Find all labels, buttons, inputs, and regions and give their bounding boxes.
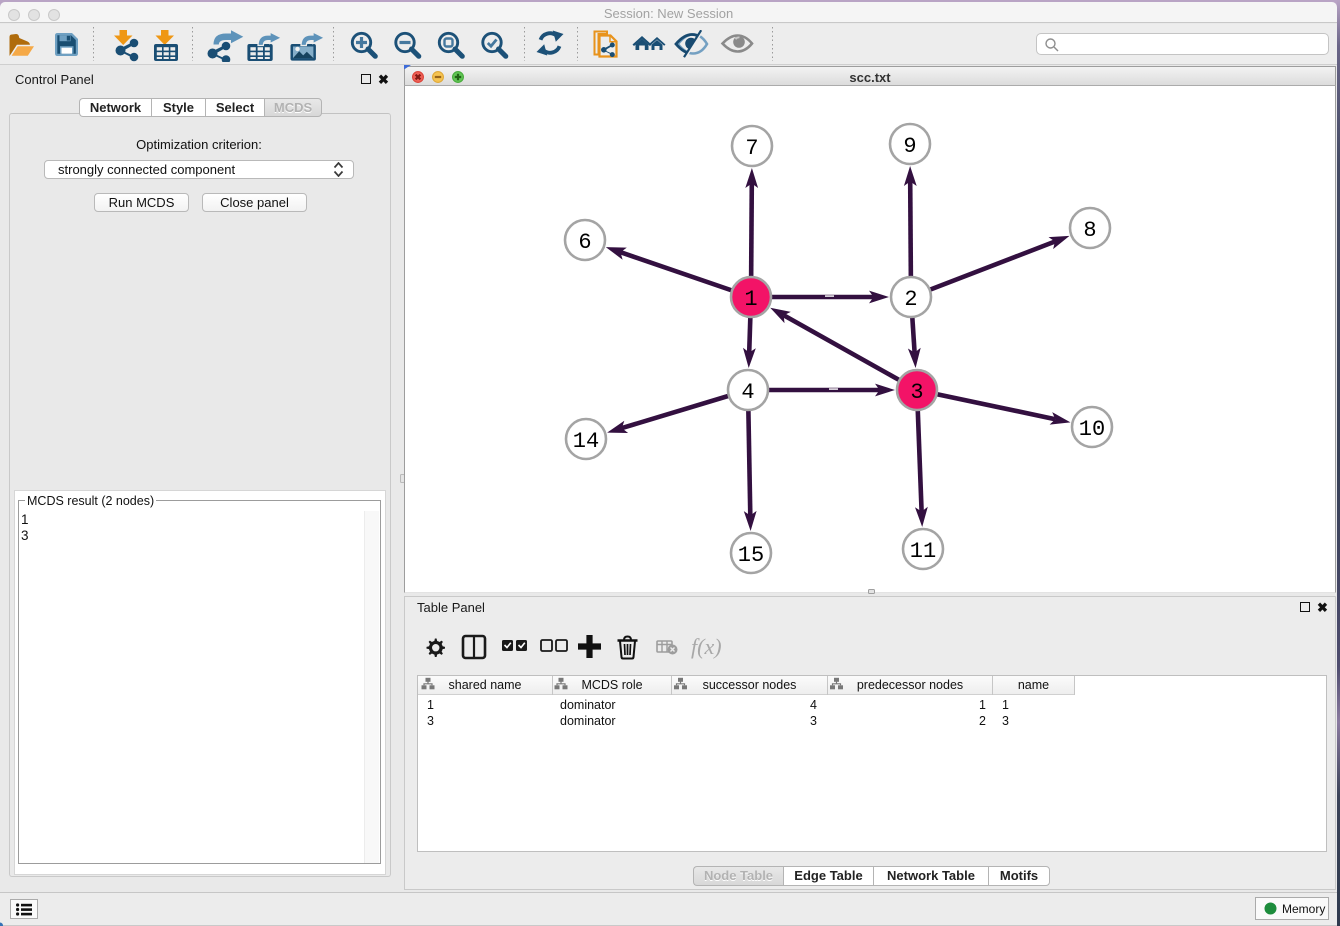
svg-text:14: 14 [573,429,599,454]
svg-text:8: 8 [1083,218,1096,243]
svg-text:15: 15 [738,543,764,568]
svg-text:6: 6 [578,230,591,255]
svg-text:11: 11 [910,539,936,564]
svg-text:f(x): f(x) [691,634,722,659]
svg-text:10: 10 [1079,417,1105,442]
svg-text:4: 4 [741,380,754,405]
svg-text:7: 7 [745,136,758,161]
svg-text:3: 3 [910,380,923,405]
svg-text:1: 1 [744,287,757,312]
svg-text:2: 2 [904,287,917,312]
svg-text:9: 9 [903,134,916,159]
